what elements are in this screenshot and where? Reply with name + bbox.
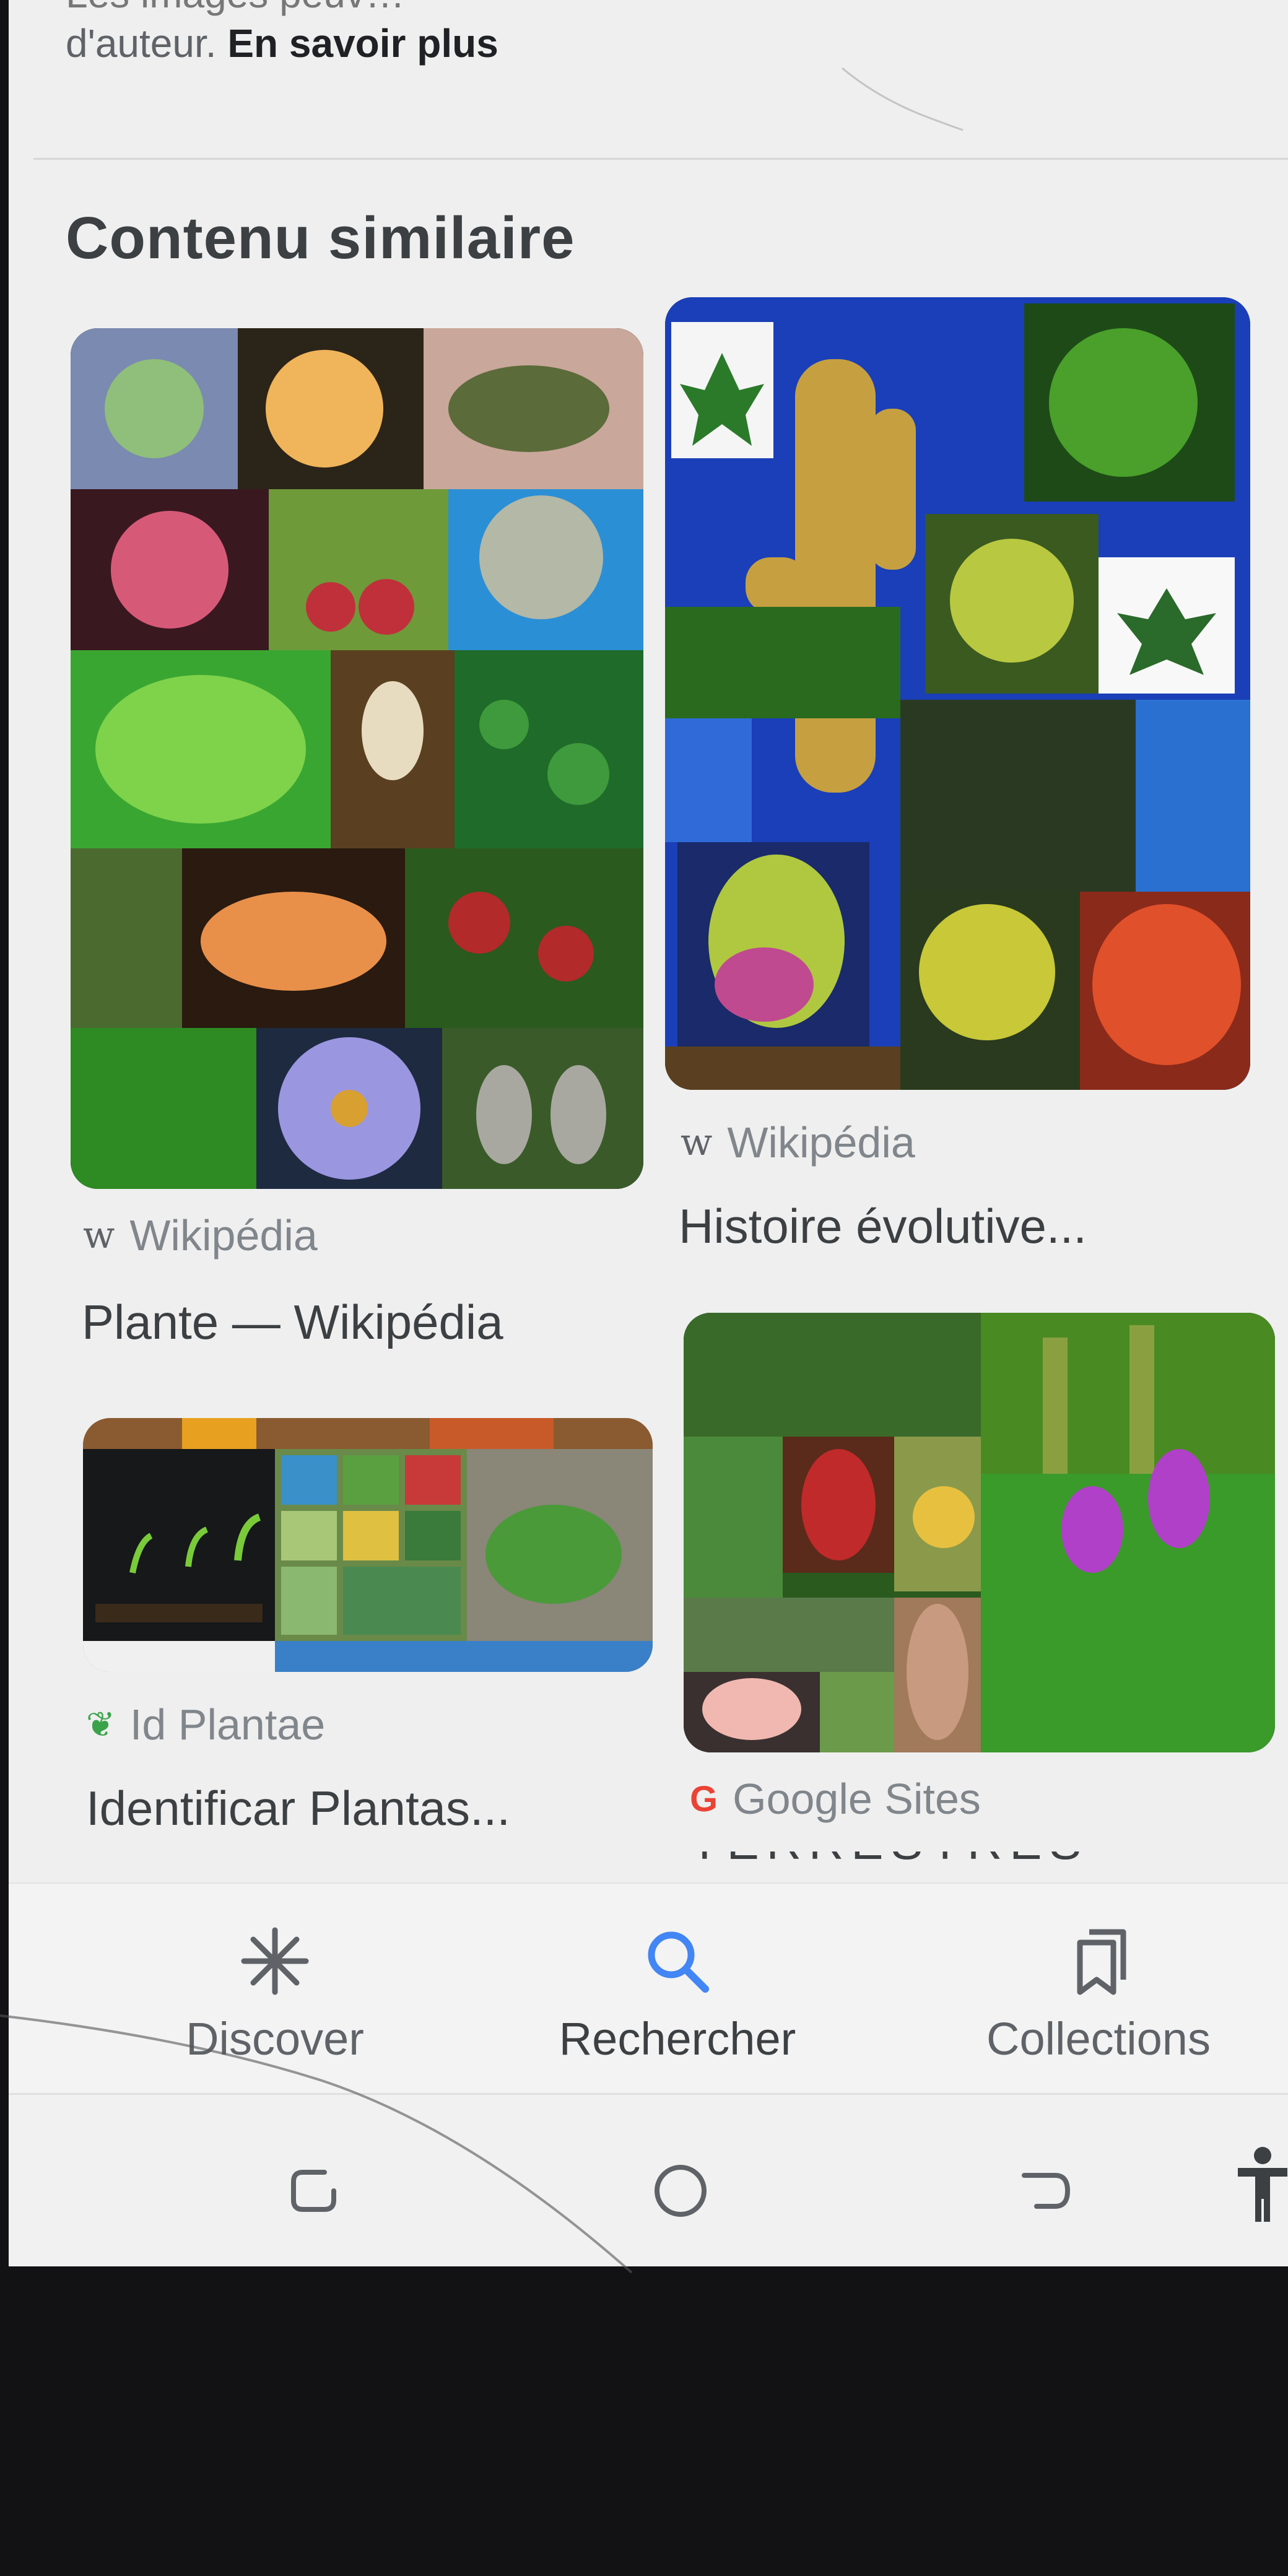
result-source-label: Wikipédia (129, 1211, 318, 1260)
nav-collections-label: Collections (986, 2013, 1211, 2065)
search-icon (648, 1931, 709, 1993)
result-source-label: Wikipédia (727, 1118, 915, 1167)
result-title[interactable]: Plante — Wikipédia (82, 1294, 503, 1351)
result-source: w Wikipédia (681, 1118, 915, 1167)
result-title-text: TERRESTRES O... (690, 1852, 1089, 1876)
learn-more-link[interactable]: En savoir plus (227, 21, 498, 66)
copyright-line-2: d'auteur. En savoir plus (66, 19, 498, 68)
recents-icon[interactable] (281, 2157, 349, 2225)
google-g-icon: G (690, 1778, 718, 1819)
back-icon[interactable] (1012, 2157, 1080, 2225)
system-navigation-bar (9, 2093, 1288, 2266)
nav-discover-label: Discover (186, 2013, 364, 2065)
divider (33, 158, 1288, 160)
cactus-collage-image (665, 297, 1250, 1090)
plants-collage-image (83, 1418, 653, 1672)
collections-icon (1077, 1929, 1126, 1995)
bottom-navigation: Discover Rechercher Collections (9, 1882, 1288, 2094)
result-thumbnail[interactable] (71, 328, 643, 1189)
result-thumbnail[interactable] (684, 1313, 1275, 1752)
copyright-text: d'auteur. (66, 21, 217, 66)
garden-collage-image (684, 1313, 1275, 1752)
wikipedia-w-icon: w (681, 1121, 713, 1164)
accessibility-icon[interactable] (1238, 2144, 1287, 2225)
result-source-label: Google Sites (733, 1775, 981, 1823)
result-source-label: Id Plantae (129, 1700, 326, 1749)
nav-search[interactable]: Rechercher (541, 1921, 814, 2065)
home-icon[interactable] (646, 2157, 715, 2225)
result-source: w Wikipédia (83, 1211, 318, 1260)
wikipedia-w-icon: w (83, 1214, 115, 1257)
nav-search-label: Rechercher (559, 2013, 796, 2065)
copyright-line-1: Les images peuv… (66, 0, 405, 19)
plant-collage-image (71, 328, 643, 1189)
screen: Les images peuv… d'auteur. En savoir plu… (9, 0, 1288, 2266)
nav-discover[interactable]: Discover (151, 1921, 399, 2065)
section-title: Contenu similaire (66, 205, 575, 271)
result-thumbnail[interactable] (83, 1418, 653, 1672)
result-title[interactable]: Identificar Plantas... (86, 1780, 510, 1837)
result-title[interactable]: Histoire évolutive... (679, 1198, 1087, 1255)
result-title[interactable]: TERRESTRES O... (690, 1852, 1123, 1876)
asterisk-icon (241, 1927, 309, 1995)
nav-collections[interactable]: Collections (950, 1921, 1247, 2065)
result-source: ❦ Id Plantae (86, 1700, 325, 1749)
result-source: G Google Sites (690, 1774, 981, 1824)
leaf-icon: ❦ (86, 1704, 115, 1745)
result-thumbnail[interactable] (665, 297, 1250, 1090)
